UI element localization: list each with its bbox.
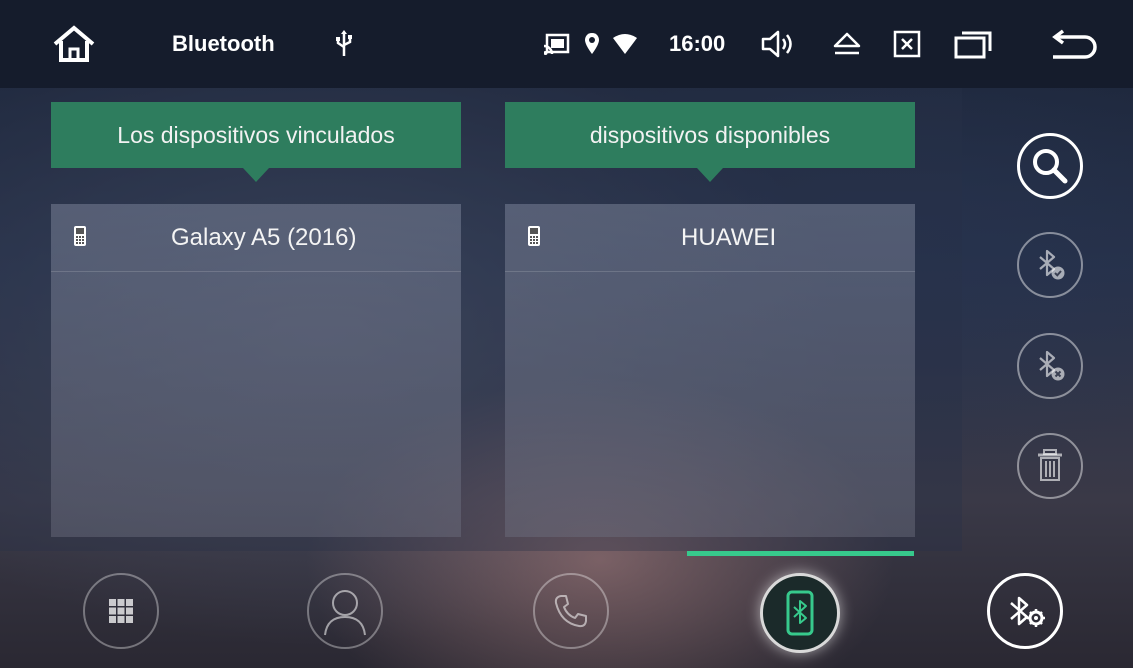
tab-bluetooth-settings[interactable]	[987, 573, 1063, 649]
dialpad-icon	[109, 599, 133, 623]
disconnect-button[interactable]	[1017, 333, 1083, 399]
tab-contacts[interactable]	[307, 573, 383, 649]
tab-bluetooth-devices[interactable]	[760, 573, 840, 653]
phone-icon	[74, 226, 86, 246]
cast-icon	[542, 0, 572, 88]
close-app-button[interactable]	[891, 0, 923, 88]
header-pointer	[243, 168, 269, 182]
active-tab-indicator	[687, 551, 914, 556]
contacts-icon	[324, 590, 366, 636]
device-name: HUAWEI	[681, 223, 777, 251]
clock: 16:00	[669, 31, 726, 56]
paired-devices-header: Los dispositivos vinculados	[51, 102, 461, 182]
connect-button[interactable]	[1017, 232, 1083, 298]
recent-apps-icon	[954, 31, 992, 59]
close-box-icon	[893, 30, 921, 58]
home-icon	[53, 25, 95, 62]
bluetooth-device-icon	[786, 590, 814, 636]
list-item[interactable]: HUAWEI	[505, 204, 915, 272]
list-item[interactable]: Galaxy A5 (2016)	[51, 204, 461, 272]
available-devices-header: dispositivos disponibles	[505, 102, 915, 182]
eject-button[interactable]	[829, 0, 865, 88]
recent-apps-button[interactable]	[953, 0, 995, 88]
bluetooth-disconnect-icon	[1039, 350, 1065, 381]
paired-devices-list: Galaxy A5 (2016)	[51, 204, 461, 537]
available-devices-list: HUAWEI	[505, 204, 915, 537]
volume-button[interactable]	[758, 0, 798, 88]
trash-icon	[1038, 449, 1062, 481]
bluetooth-connect-icon	[1039, 249, 1065, 280]
volume-icon	[761, 30, 792, 58]
wifi-icon	[611, 0, 639, 88]
bluetooth-settings-icon	[1010, 596, 1045, 627]
header-pointer	[697, 168, 723, 182]
eject-icon	[833, 32, 861, 55]
paired-header-label: Los dispositivos vinculados	[117, 121, 395, 148]
status-bar: Bluetooth 16:00	[0, 0, 1133, 88]
location-icon	[582, 0, 602, 88]
available-header-label: dispositivos disponibles	[589, 121, 831, 148]
search-icon	[1033, 149, 1068, 184]
tab-phone[interactable]	[533, 573, 609, 649]
delete-button[interactable]	[1017, 433, 1083, 499]
device-name: Galaxy A5 (2016)	[171, 223, 357, 251]
search-button[interactable]	[1017, 133, 1083, 199]
page-title: Bluetooth	[172, 31, 275, 56]
home-button[interactable]	[46, 0, 102, 88]
phone-call-icon	[554, 595, 587, 628]
back-button[interactable]	[1050, 0, 1100, 88]
usb-icon	[333, 0, 355, 88]
back-icon	[1052, 29, 1097, 59]
phone-icon	[528, 226, 540, 246]
tab-dialpad[interactable]	[83, 573, 159, 649]
